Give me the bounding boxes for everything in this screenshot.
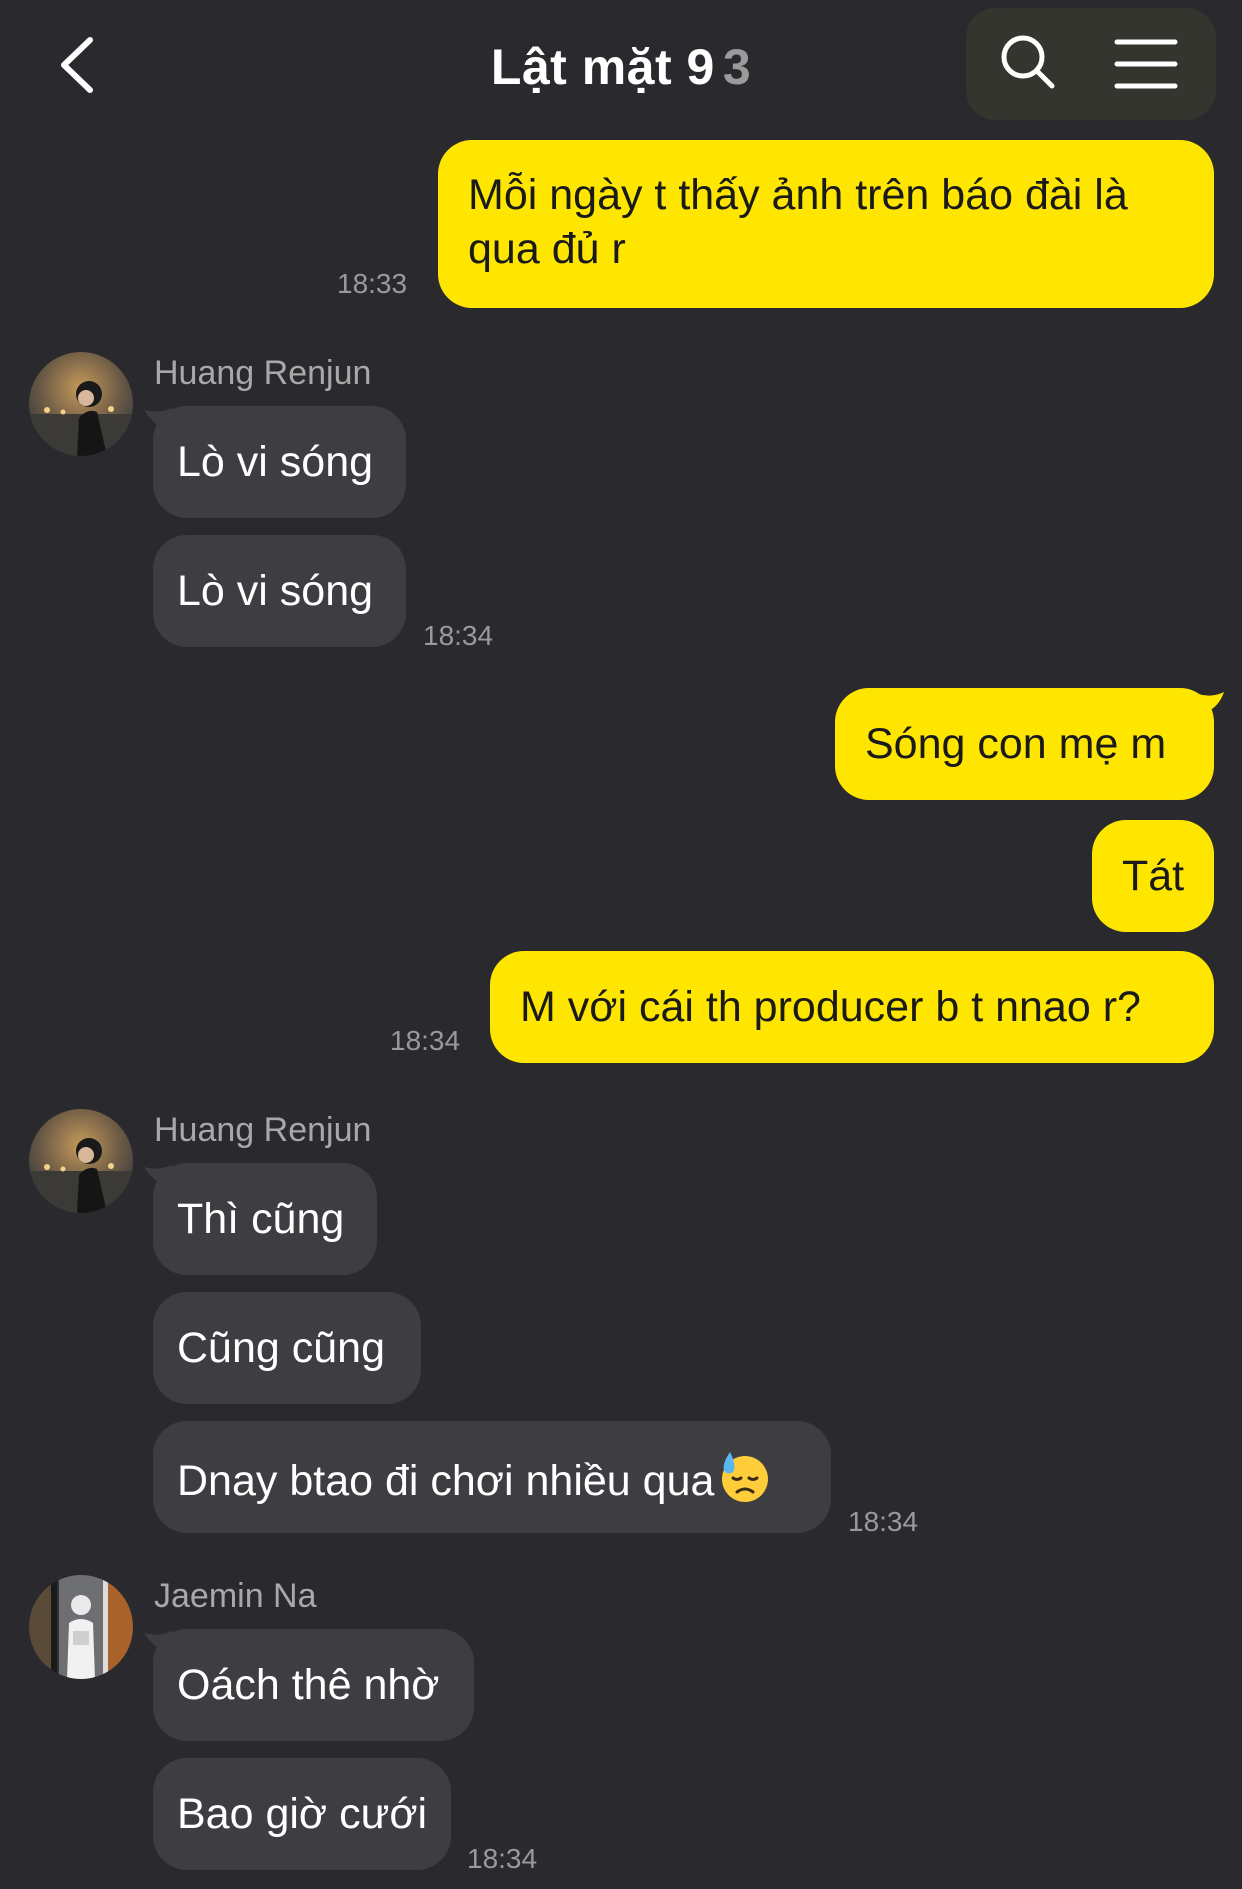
header-actions — [966, 8, 1216, 120]
received-message-bubble[interactable]: Bao giờ cưới — [153, 1758, 451, 1870]
message-time: 18:34 — [467, 1843, 538, 1874]
received-message-bubble[interactable]: Cũng cũng — [153, 1292, 421, 1404]
received-message-bubble[interactable]: Lò vi sóng — [153, 406, 406, 518]
downcast-face-with-sweat-emoji — [718, 1450, 772, 1517]
message-text: M với cái th producer b t nnao r? — [520, 983, 1141, 1031]
search-button[interactable] — [998, 32, 1058, 92]
received-message-bubble[interactable]: Lò vi sóng — [153, 535, 406, 647]
message-text: Oách thê nhờ — [177, 1661, 440, 1709]
message-time: 18:34 — [423, 620, 494, 651]
my-message-bubble[interactable]: M với cái th producer b t nnao r? — [490, 951, 1214, 1063]
message-time: 18:34 — [848, 1506, 919, 1537]
avatar-jaemin-na[interactable] — [29, 1575, 133, 1679]
chat-name: Lật mặt 9 — [490, 39, 715, 95]
message-time: 18:33 — [337, 268, 408, 299]
message-text: Lò vi sóng — [177, 438, 374, 486]
message-text: Dnay btao đi chơi nhiều qua — [177, 1456, 715, 1505]
my-message-bubble[interactable]: Sóng con mẹ m — [835, 688, 1214, 800]
avatar-photo — [29, 352, 133, 456]
received-message-bubble[interactable]: Thì cũng — [153, 1163, 377, 1275]
received-message-bubble[interactable]: Dnay btao đi chơi nhiều qua — [153, 1421, 831, 1533]
my-message-bubble[interactable]: Mỗi ngày t thấy ảnh trên báo đài là qua … — [438, 140, 1214, 308]
message-text: Lò vi sóng — [177, 567, 374, 615]
received-message-bubble[interactable]: Oách thê nhờ — [153, 1629, 474, 1741]
avatar-huang-renjun[interactable] — [29, 352, 133, 456]
hamburger-menu-icon — [1114, 39, 1178, 89]
search-icon — [1001, 35, 1055, 89]
message-text: Mỗi ngày t thấy ảnh trên báo đài là qua … — [468, 171, 1128, 273]
message-text: Thì cũng — [177, 1195, 345, 1243]
sender-name: Jaemin Na — [154, 1577, 317, 1615]
menu-button[interactable] — [1114, 36, 1178, 92]
message-text: Bao giờ cưới — [177, 1790, 428, 1838]
member-count: 3 — [722, 39, 752, 95]
sender-name: Huang Renjun — [154, 1111, 372, 1149]
message-text: Cũng cũng — [177, 1324, 385, 1372]
message-text: Sóng con mẹ m — [865, 720, 1167, 768]
my-message-bubble[interactable]: Tát — [1092, 820, 1214, 932]
avatar-photo — [29, 1109, 133, 1213]
avatar-photo — [29, 1575, 133, 1679]
chat-header: Lật mặt 93 — [0, 0, 1242, 130]
avatar-huang-renjun[interactable] — [29, 1109, 133, 1213]
message-time: 18:34 — [390, 1025, 461, 1056]
sender-name: Huang Renjun — [154, 354, 372, 392]
message-text: Tát — [1122, 852, 1185, 900]
